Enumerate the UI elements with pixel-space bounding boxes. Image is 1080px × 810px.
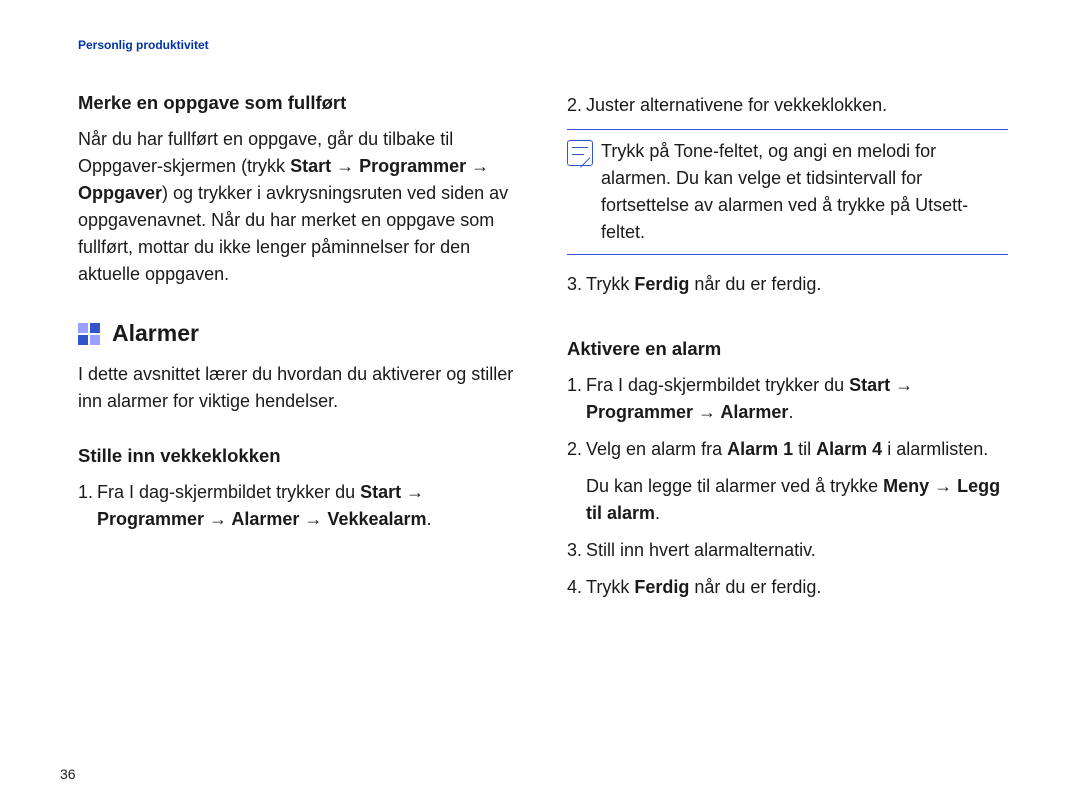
list-item: 1. Fra I dag-skjermbildet trykker du Sta…	[567, 372, 1008, 426]
list-text: Fra I dag-skjermbildet trykker du Start …	[586, 372, 1008, 426]
text: når du er ferdig.	[689, 577, 821, 597]
heading-stille-inn-vekkeklokken: Stille inn vekkeklokken	[78, 445, 519, 467]
page-number: 36	[60, 766, 76, 782]
list-vekkeklokke-cont: 2. Juster alternativene for vekkeklokken…	[567, 92, 1008, 119]
text: .	[655, 503, 660, 523]
list-number: 2.	[567, 92, 582, 119]
text: Fra I dag-skjermbildet trykker du	[97, 482, 360, 502]
list-text: Trykk Ferdig når du er ferdig.	[586, 574, 1008, 601]
text: Velg en alarm fra	[586, 439, 727, 459]
note-icon	[567, 140, 593, 166]
header-category: Personlig produktivitet	[78, 38, 1008, 52]
list-item: 1. Fra I dag-skjermbildet trykker du Sta…	[78, 479, 519, 533]
list-item: 3. Still inn hvert alarmalternativ.	[567, 537, 1008, 564]
text: til	[793, 439, 816, 459]
bold-ferdig: Ferdig	[634, 274, 689, 294]
heading-mark-task-complete: Merke en oppgave som fullført	[78, 92, 519, 114]
text: Fra I dag-skjermbildet trykker du	[586, 375, 849, 395]
list-number: 1.	[78, 479, 93, 533]
squares-icon	[78, 323, 100, 345]
list-stille-inn: 1. Fra I dag-skjermbildet trykker du Sta…	[78, 479, 519, 533]
list-aktivere-alarm: 1. Fra I dag-skjermbildet trykker du Sta…	[567, 372, 1008, 601]
sub-text: Du kan legge til alarmer ved å trykke Me…	[586, 473, 1008, 527]
heading-alarmer: Alarmer	[78, 320, 519, 347]
note-box: Trykk på Tone-feltet, og angi en melodi …	[567, 129, 1008, 255]
list-text: Still inn hvert alarmalternativ.	[586, 537, 1008, 564]
bold-alarm1: Alarm 1	[727, 439, 793, 459]
note-text: Trykk på Tone-feltet, og angi en melodi …	[601, 138, 1008, 246]
text: .	[788, 402, 793, 422]
text: .	[427, 509, 432, 529]
list-item: 2. Velg en alarm fra Alarm 1 til Alarm 4…	[567, 436, 1008, 527]
left-column: Merke en oppgave som fullført Når du har…	[78, 92, 519, 611]
list-text: Juster alternativene for vekkeklokken.	[586, 92, 1008, 119]
list-text: Fra I dag-skjermbildet trykker du Start …	[97, 479, 519, 533]
list-number: 1.	[567, 372, 582, 426]
list-item: 2. Juster alternativene for vekkeklokken…	[567, 92, 1008, 119]
list-number: 3.	[567, 537, 582, 564]
list-item: 4. Trykk Ferdig når du er ferdig.	[567, 574, 1008, 601]
text: når du er ferdig.	[689, 274, 821, 294]
text: i alarmlisten.	[882, 439, 988, 459]
list-vekkeklokke-end: 3. Trykk Ferdig når du er ferdig.	[567, 271, 1008, 298]
text: Du kan legge til alarmer ved å trykke	[586, 476, 883, 496]
list-text: Trykk Ferdig når du er ferdig.	[586, 271, 1008, 298]
heading-alarmer-text: Alarmer	[112, 320, 199, 347]
list-item: 3. Trykk Ferdig når du er ferdig.	[567, 271, 1008, 298]
bold-alarm4: Alarm 4	[816, 439, 882, 459]
text: Trykk	[586, 274, 634, 294]
content-columns: Merke en oppgave som fullført Når du har…	[78, 92, 1008, 611]
paragraph-alarmer-intro: I dette avsnittet lærer du hvordan du ak…	[78, 361, 519, 415]
list-number: 2.	[567, 436, 582, 527]
list-number: 3.	[567, 271, 582, 298]
heading-aktivere-alarm: Aktivere en alarm	[567, 338, 1008, 360]
bold-ferdig: Ferdig	[634, 577, 689, 597]
paragraph-mark-task: Når du har fullført en oppgave, går du t…	[78, 126, 519, 288]
right-column: 2. Juster alternativene for vekkeklokken…	[567, 92, 1008, 611]
text: Trykk	[586, 577, 634, 597]
list-number: 4.	[567, 574, 582, 601]
list-text: Velg en alarm fra Alarm 1 til Alarm 4 i …	[586, 436, 1008, 527]
